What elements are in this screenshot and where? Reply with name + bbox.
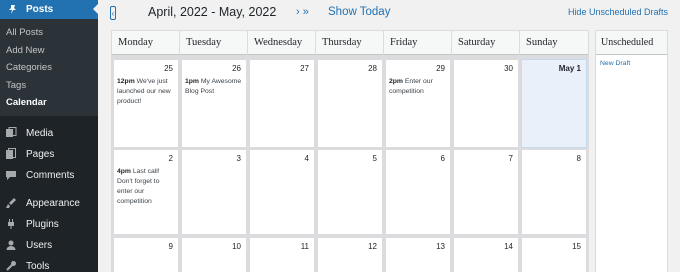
calendar-post[interactable]: 12pm We've just launched our new product…: [117, 77, 175, 107]
calendar-day[interactable]: 9: [113, 237, 179, 272]
date-range-label: April, 2022 - May, 2022: [148, 5, 277, 19]
weekday-wednesday: Wednesday: [248, 31, 316, 55]
media-icon: [5, 127, 17, 139]
calendar-day[interactable]: 2 4pm Last call! Don't forget to enter ou…: [113, 149, 179, 235]
menu-media-label: Media: [26, 127, 54, 139]
day-number: 30: [504, 64, 513, 73]
calendar-day[interactable]: 7: [453, 149, 519, 235]
unscheduled-heading: Unscheduled: [596, 31, 667, 55]
post-time: 1pm: [185, 78, 199, 85]
menu-appearance-label: Appearance: [26, 197, 80, 209]
calendar-day[interactable]: 5: [317, 149, 383, 235]
day-number: 15: [572, 242, 581, 251]
day-number: 14: [504, 242, 513, 251]
calendar-day[interactable]: 4: [249, 149, 315, 235]
weekday-header: Monday Tuesday Wednesday Thursday Friday…: [112, 31, 588, 55]
calendar-post[interactable]: 4pm Last call! Don't forget to enter our…: [117, 167, 175, 207]
plugins-icon: [5, 218, 17, 230]
weekday-sunday: Sunday: [526, 37, 558, 48]
admin-sidebar: Posts All Posts Add New Categories Tags …: [0, 0, 98, 272]
day-number: 26: [232, 64, 241, 73]
posts-submenu: All Posts Add New Categories Tags Calend…: [0, 19, 98, 116]
day-number: 11: [300, 242, 309, 251]
menu-comments[interactable]: Comments: [0, 165, 98, 186]
comments-icon: [5, 169, 17, 181]
menu-media[interactable]: Media: [0, 123, 98, 144]
calendar-day[interactable]: 8: [521, 149, 587, 235]
weekday-thursday: Thursday: [316, 31, 384, 55]
day-number: 7: [508, 154, 513, 163]
day-number: 5: [372, 154, 377, 163]
submenu-calendar[interactable]: Calendar: [0, 94, 98, 112]
previous-button[interactable]: ‹: [110, 6, 116, 20]
menu-plugins[interactable]: Plugins: [0, 214, 98, 235]
menu-comments-label: Comments: [26, 169, 75, 181]
calendar-day[interactable]: 15: [521, 237, 587, 272]
calendar-post[interactable]: 2pm Enter our competition: [389, 77, 447, 97]
calendar-day[interactable]: 29 2pm Enter our competition: [385, 59, 451, 148]
day-number: 12: [368, 242, 377, 251]
calendar-day[interactable]: 11: [249, 237, 315, 272]
day-number: 9: [168, 242, 173, 251]
calendar-post[interactable]: 1pm My Awesome Blog Post: [185, 77, 243, 97]
day-number: 3: [236, 154, 241, 163]
menu-users-label: Users: [26, 239, 53, 251]
tools-icon: [5, 260, 17, 272]
calendar-day[interactable]: 30: [453, 59, 519, 148]
weekday-monday: Monday: [112, 31, 180, 55]
hide-unscheduled-drafts-link[interactable]: Hide Unscheduled Drafts: [568, 7, 668, 17]
pushpin-icon: [6, 4, 18, 16]
calendar-day[interactable]: 28: [317, 59, 383, 148]
menu-posts-label: Posts: [26, 4, 54, 15]
submenu-all-posts[interactable]: All Posts: [0, 24, 98, 42]
calendar-day[interactable]: 25 12pm We've just launched our new produ…: [113, 59, 179, 148]
unscheduled-panel: Unscheduled New Draft: [595, 30, 668, 272]
appearance-icon: [5, 197, 17, 209]
post-time: 2pm: [389, 78, 403, 85]
menu-tools-label: Tools: [26, 260, 50, 272]
day-number: 13: [436, 242, 445, 251]
calendar-grid: Monday Tuesday Wednesday Thursday Friday…: [111, 30, 589, 272]
day-number: 6: [440, 154, 445, 163]
menu-pages-label: Pages: [26, 148, 55, 160]
menu-tools[interactable]: Tools: [0, 256, 98, 272]
menu-users[interactable]: Users: [0, 235, 98, 256]
show-today-link[interactable]: Show Today: [328, 6, 390, 18]
menu-posts[interactable]: Posts: [0, 0, 98, 19]
day-number: 2: [168, 154, 173, 163]
users-icon: [5, 239, 17, 251]
calendar-day[interactable]: 14: [453, 237, 519, 272]
next-button[interactable]: › »: [296, 6, 309, 18]
menu-pages[interactable]: Pages: [0, 144, 98, 165]
new-draft-link[interactable]: New Draft: [596, 55, 667, 67]
day-number: 4: [304, 154, 309, 163]
pages-icon: [5, 148, 17, 160]
calendar-day[interactable]: 13: [385, 237, 451, 272]
calendar-day-today[interactable]: May 1: [521, 59, 587, 148]
calendar-toolbar: ‹ April, 2022 - May, 2022 › » Show Today…: [98, 0, 680, 28]
calendar-day[interactable]: 10: [181, 237, 247, 272]
day-number: 29: [436, 64, 445, 73]
calendar-day[interactable]: 27: [249, 59, 315, 148]
calendar-day[interactable]: 6: [385, 149, 451, 235]
calendar-day[interactable]: 12: [317, 237, 383, 272]
menu-appearance[interactable]: Appearance: [0, 193, 98, 214]
calendar-day[interactable]: 3: [181, 149, 247, 235]
submenu-categories[interactable]: Categories: [0, 59, 98, 77]
weekday-tuesday: Tuesday: [180, 31, 248, 55]
menu-plugins-label: Plugins: [26, 218, 59, 230]
post-time: 4pm: [117, 168, 131, 175]
day-number: 8: [576, 154, 581, 163]
day-number: 10: [232, 242, 241, 251]
calendar-day[interactable]: 26 1pm My Awesome Blog Post: [181, 59, 247, 148]
day-number: 25: [164, 64, 173, 73]
day-number: 27: [300, 64, 309, 73]
submenu-tags[interactable]: Tags: [0, 77, 98, 95]
post-time: 12pm: [117, 78, 135, 85]
weekday-saturday: Saturday: [452, 31, 520, 55]
submenu-add-new[interactable]: Add New: [0, 42, 98, 60]
day-number: May 1: [558, 64, 581, 73]
weekday-friday: Friday: [384, 31, 452, 55]
day-number: 28: [368, 64, 377, 73]
